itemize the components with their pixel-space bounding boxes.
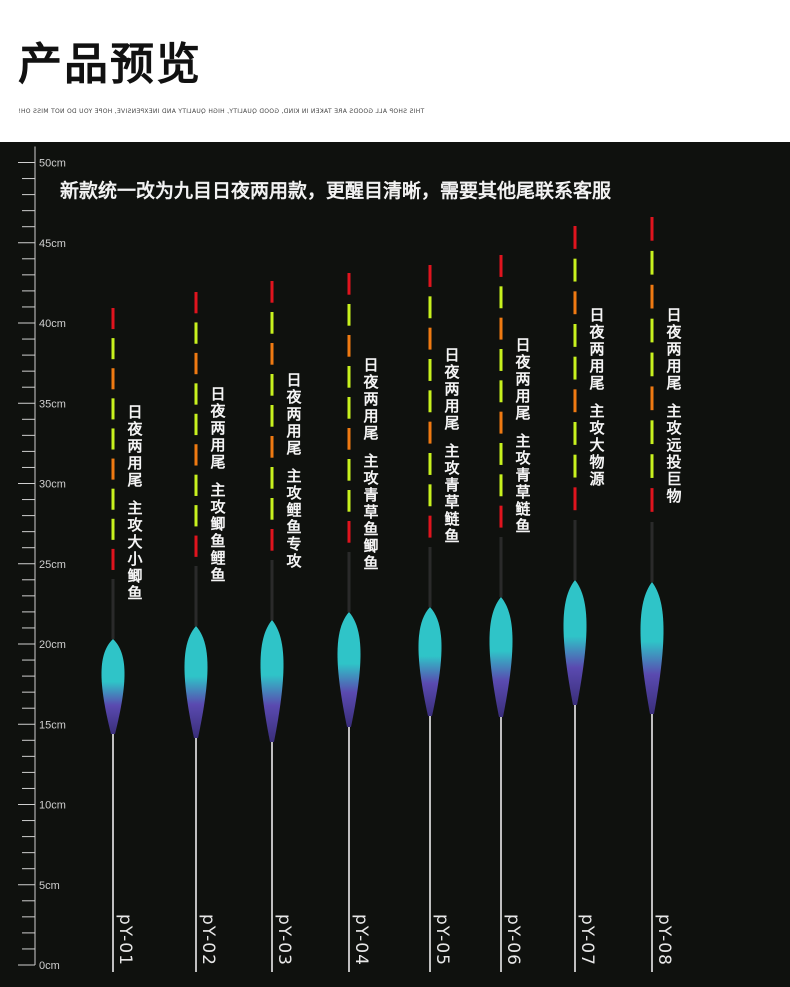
float-model-label: pY-07 <box>577 914 597 966</box>
float-model-label: pY-02 <box>198 914 218 966</box>
float-6 <box>489 255 513 972</box>
float-caption-type: 日夜两用尾 <box>363 356 379 442</box>
float-2 <box>184 292 208 972</box>
float-body <box>563 580 587 705</box>
float-caption-target: 主攻大物源 <box>589 402 605 488</box>
float-caption-type: 日夜两用尾 <box>127 403 143 489</box>
float-7 <box>563 226 587 972</box>
float-caption-type: 日夜两用尾 <box>286 371 302 457</box>
float-caption-target: 主攻大小鲫鱼 <box>127 499 143 602</box>
float-3 <box>260 281 284 972</box>
float-caption-type: 日夜两用尾 <box>515 336 531 422</box>
float-caption-type: 日夜两用尾 <box>210 385 226 471</box>
float-body <box>418 607 442 716</box>
page-subtitle: THIS SHOP ALL GOODS ARE TAKEN IN KIND, G… <box>18 108 425 115</box>
float-caption-type: 日夜两用尾 <box>589 306 605 392</box>
float-caption-type: 日夜两用尾 <box>666 306 682 392</box>
float-5 <box>418 265 442 972</box>
float-model-label: pY-05 <box>432 914 452 966</box>
float-1 <box>101 308 125 972</box>
float-4 <box>337 273 361 972</box>
page-title: 产品预览 <box>18 39 202 90</box>
float-model-label: pY-04 <box>351 914 371 966</box>
floats-svg <box>101 217 664 972</box>
float-body <box>337 612 361 727</box>
float-8 <box>640 217 664 972</box>
float-model-label: pY-01 <box>115 914 135 966</box>
header: 产品预览 THIS SHOP ALL GOODS ARE TAKEN IN KI… <box>0 0 790 142</box>
float-body <box>260 620 284 742</box>
float-caption-type: 日夜两用尾 <box>444 346 460 432</box>
product-preview-panel: 50cm 45cm 40cm 35cm 30cm 25cm 20cm 15cm 10cm 5cm 0… <box>0 142 790 987</box>
float-caption-target: 主攻远投巨物 <box>666 402 682 505</box>
float-model-label: pY-03 <box>274 914 294 966</box>
float-body <box>101 639 125 734</box>
float-model-label: pY-06 <box>503 914 523 966</box>
float-body <box>489 597 513 717</box>
float-model-label: pY-08 <box>654 914 674 966</box>
float-caption-target: 主攻鲫鱼鲤鱼 <box>210 481 226 584</box>
float-caption-target: 主攻青草鲢鱼 <box>444 442 460 545</box>
float-caption-target: 主攻鲤鱼专攻 <box>286 467 302 570</box>
float-caption-target: 主攻青草鲢鱼 <box>515 432 531 535</box>
float-body <box>640 582 664 714</box>
float-body <box>184 626 208 738</box>
float-caption-target: 主攻青草鱼鲫鱼 <box>363 452 379 572</box>
